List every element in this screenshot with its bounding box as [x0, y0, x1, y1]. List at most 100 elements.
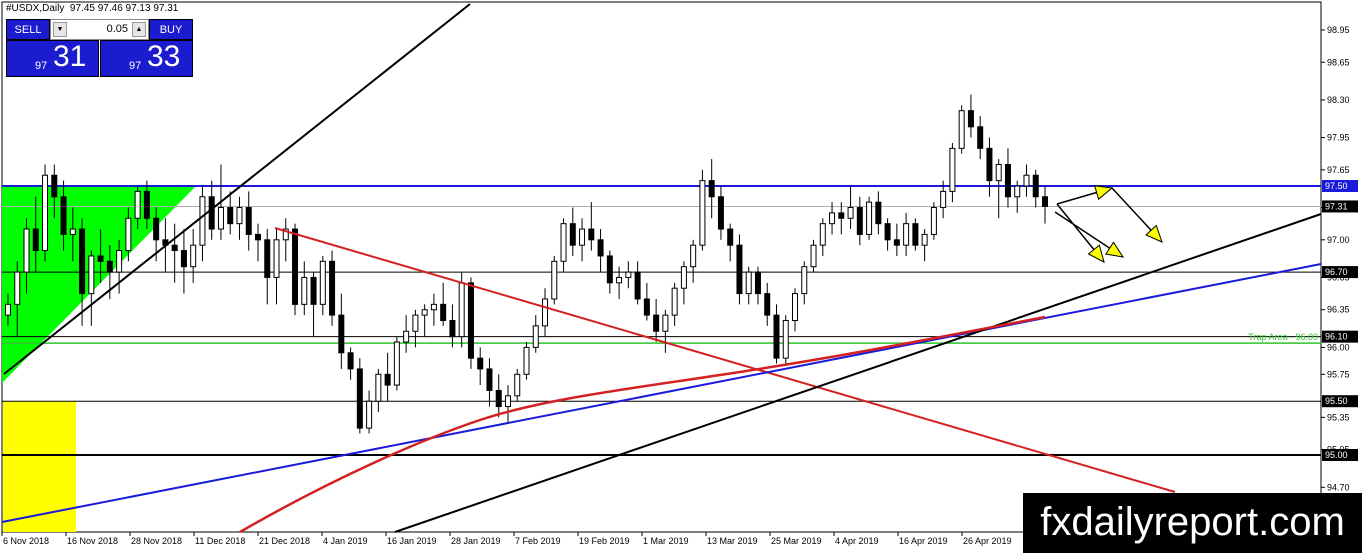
candle — [958, 105, 965, 154]
candle-body — [106, 260, 113, 273]
candle-body — [486, 368, 493, 391]
buy-price-box[interactable]: 97 33 — [100, 40, 193, 77]
candle — [393, 336, 400, 391]
ohlc-label: 97.45 97.46 97.13 97.31 — [69, 3, 179, 14]
plot-frame — [1, 1, 1322, 533]
price-tag: 97.50 — [1322, 180, 1358, 192]
x-tick-label: 16 Jan 2019 — [387, 536, 437, 546]
candle — [699, 169, 706, 251]
lot-size-field[interactable]: ▼ 0.05 ▲ — [50, 19, 149, 40]
candle-body — [866, 201, 873, 235]
candle-body — [717, 196, 724, 230]
candle-body — [569, 223, 576, 246]
candle — [356, 358, 363, 434]
candle-body — [254, 233, 261, 241]
candle-body — [773, 314, 780, 359]
candle-body — [347, 352, 354, 370]
candle-body — [662, 314, 669, 332]
candle-body — [671, 287, 678, 316]
candle-body — [736, 244, 743, 295]
candle-body — [14, 271, 21, 305]
candle-body — [310, 276, 317, 305]
candle-body — [199, 196, 206, 246]
candle-body — [634, 271, 641, 300]
candle-body — [180, 250, 187, 268]
candle — [467, 277, 474, 369]
sell-price-prefix: 97 — [35, 60, 48, 72]
candle-body — [653, 314, 660, 332]
x-tick-label: 21 Dec 2018 — [259, 536, 310, 546]
buy-price-prefix: 97 — [129, 60, 142, 72]
candle-body — [227, 207, 234, 225]
x-tick-label: 4 Jan 2019 — [323, 536, 368, 546]
one-click-trading-panel: SELL ▼ 0.05 ▲ BUY 97 31 97 33 — [6, 19, 193, 77]
candle-body — [23, 228, 30, 273]
candle-body — [190, 244, 197, 268]
candle-body — [69, 228, 76, 235]
candle — [292, 223, 299, 316]
lot-size-value[interactable]: 0.05 — [71, 20, 128, 39]
candle-body — [643, 298, 650, 316]
x-tick-label: 13 Mar 2019 — [707, 536, 758, 546]
y-tick-label: 98.95 — [1327, 25, 1350, 35]
candle-body — [514, 373, 521, 397]
candle-body — [690, 244, 697, 268]
candle-body — [764, 293, 771, 316]
x-tick-label: 7 Feb 2019 — [515, 536, 561, 546]
buy-button[interactable]: BUY — [149, 19, 193, 40]
y-tick-label: 94.70 — [1327, 482, 1350, 492]
candle-body — [893, 239, 900, 246]
candle-body — [467, 282, 474, 359]
candle-body — [301, 276, 308, 305]
candle-body — [903, 223, 910, 246]
y-tick-label: 95.35 — [1327, 412, 1350, 422]
sell-price-pips: 31 — [53, 40, 87, 73]
y-tick-label: 98.30 — [1327, 95, 1350, 105]
candle-body — [847, 207, 854, 219]
x-tick-label: 11 Dec 2018 — [195, 536, 245, 546]
candle-body — [292, 228, 299, 305]
sell-price-box[interactable]: 97 31 — [6, 40, 99, 77]
price-chart[interactable]: Trap Area - 96.00 98.95 98.65 98.30 97.95 97… — [0, 0, 1362, 553]
candle-body — [88, 255, 95, 295]
candle-body — [606, 255, 613, 284]
candle-body — [236, 207, 243, 225]
candle-body — [1042, 196, 1048, 207]
candle-body — [597, 239, 604, 257]
candle-body — [79, 228, 86, 295]
candle-body — [1004, 163, 1011, 198]
price-tag-label: 97.50 — [1325, 181, 1348, 191]
candle-body — [153, 217, 160, 241]
sell-button[interactable]: SELL — [6, 19, 50, 40]
candle — [523, 342, 530, 380]
candle-body — [393, 341, 400, 386]
price-tag-label: 96.70 — [1325, 267, 1348, 277]
candle-body — [449, 320, 456, 338]
candle-body — [912, 223, 919, 246]
candle-body — [819, 223, 826, 246]
candle-body — [560, 223, 567, 262]
candle-body — [856, 207, 863, 235]
brand-watermark: fxdailyreport.com — [1023, 493, 1362, 553]
candle-body — [884, 223, 891, 241]
lot-decrease-icon[interactable]: ▼ — [53, 22, 67, 37]
lot-increase-icon[interactable]: ▲ — [132, 22, 146, 37]
candle-body — [97, 255, 104, 262]
candle-body — [958, 110, 965, 149]
candle-body — [551, 260, 558, 300]
candle-body — [838, 212, 845, 219]
candle-body — [32, 228, 39, 252]
candle-body — [699, 180, 706, 246]
candle-body — [810, 244, 817, 268]
candle — [42, 164, 49, 262]
candle-body — [208, 196, 215, 230]
price-tag: 96.10 — [1322, 330, 1358, 343]
candle-body — [116, 250, 123, 273]
candle-body — [412, 314, 419, 332]
candle-body — [125, 217, 132, 252]
candle-body — [477, 357, 484, 370]
candle-body — [356, 368, 363, 429]
candle-body — [977, 126, 984, 149]
yellow-zone — [3, 401, 76, 532]
candle-body — [579, 228, 586, 246]
